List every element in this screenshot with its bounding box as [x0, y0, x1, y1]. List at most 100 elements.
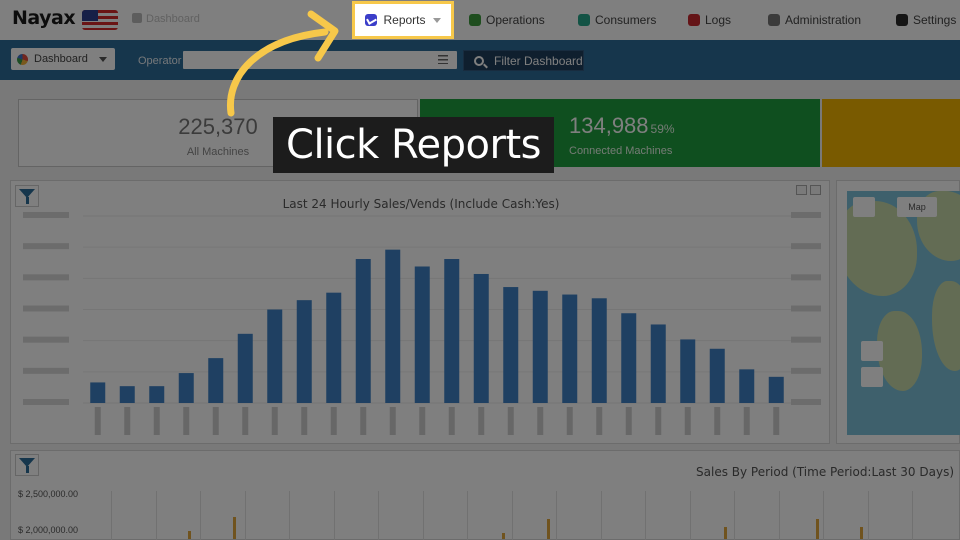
hourly-left-tick-placeholder — [23, 367, 69, 374]
hourly-bar-1[interactable] — [90, 382, 106, 403]
sales-ytick-top: $ 2,500,000.00 — [18, 489, 79, 499]
nav-reports[interactable]: Reports — [352, 1, 454, 39]
hourly-bar-3[interactable] — [149, 386, 165, 403]
sales-bar[interactable] — [502, 533, 505, 539]
hourly-bar-20[interactable] — [650, 324, 666, 403]
nav-consumers[interactable]: Consumers — [578, 0, 656, 40]
sales-bar[interactable] — [233, 517, 236, 539]
sales-gridline — [422, 491, 424, 540]
sales-bar[interactable] — [724, 527, 727, 539]
nav-administration-label: Administration — [785, 13, 862, 27]
hourly-bar-4[interactable] — [178, 373, 194, 403]
hourly-xtick-9 — [330, 407, 337, 435]
hourly-xtick-13 — [448, 407, 455, 435]
chart-menu-icon[interactable] — [810, 185, 821, 195]
hourly-xtick-8 — [301, 407, 308, 435]
hourly-xtick-7 — [271, 407, 278, 435]
sales-bar[interactable] — [188, 531, 191, 539]
kpi-connected-percent: 59% — [650, 122, 675, 136]
sales-gridline — [689, 491, 691, 540]
hourly-bar-8[interactable] — [296, 300, 312, 403]
chart-filter-funnel-icon[interactable] — [15, 185, 39, 207]
hourly-bar-23[interactable] — [739, 369, 755, 403]
hourly-right-tick-placeholder — [791, 243, 821, 250]
sales-gridline — [244, 491, 246, 540]
hourly-bar-19[interactable] — [621, 313, 637, 403]
sales-chart-title: Sales By Period (Time Period:Last 30 Day… — [696, 465, 954, 479]
map-zoom-out-button[interactable] — [861, 367, 883, 387]
hourly-left-tick-placeholder — [23, 336, 69, 343]
hourly-bar-13[interactable] — [444, 259, 460, 403]
map-zoom-in-button[interactable] — [861, 341, 883, 361]
hourly-bar-15[interactable] — [503, 287, 519, 403]
hourly-left-tick-placeholder — [23, 305, 69, 312]
sales-gridline — [511, 491, 513, 540]
hourly-xtick-20 — [655, 407, 662, 435]
sales-filter-funnel-icon[interactable] — [15, 454, 39, 476]
breadcrumb-dashboard: Dashboard — [146, 13, 200, 25]
hourly-bar-17[interactable] — [562, 294, 578, 403]
hourly-xtick-1 — [94, 407, 101, 435]
hourly-bar-24[interactable] — [768, 376, 784, 403]
sales-gridline — [867, 491, 869, 540]
hourly-bar-7[interactable] — [267, 309, 283, 404]
chart-tools — [796, 185, 821, 195]
hourly-left-tick-placeholder — [23, 399, 69, 405]
sales-gridline — [556, 491, 557, 540]
nav-settings[interactable]: Settings — [896, 0, 956, 40]
list-icon[interactable] — [438, 55, 448, 64]
dashboard-toolbar: Dashboard Operator Filter Dashboard — [0, 40, 960, 80]
hourly-xtick-4 — [183, 407, 190, 435]
hourly-left-tick-placeholder — [23, 212, 69, 218]
filter-dashboard-button[interactable]: Filter Dashboard — [463, 50, 584, 71]
sales-bar[interactable] — [547, 519, 550, 539]
dashboard-select[interactable]: Dashboard — [11, 48, 115, 70]
map-type-button[interactable]: Map — [897, 197, 937, 217]
sales-gridline — [155, 491, 157, 540]
operator-input[interactable] — [183, 51, 457, 69]
operator-label: Operator — [138, 55, 182, 67]
logs-icon — [688, 14, 700, 26]
hourly-bar-21[interactable] — [680, 339, 696, 403]
us-flag-icon[interactable] — [82, 10, 118, 30]
hourly-bar-18[interactable] — [591, 298, 607, 403]
hourly-left-tick-placeholder — [23, 243, 69, 250]
chart-help-icon[interactable] — [796, 185, 807, 195]
consumers-icon — [578, 14, 590, 26]
map-land-africa — [932, 281, 960, 371]
hourly-bar-6[interactable] — [237, 333, 253, 403]
nav-logs[interactable]: Logs — [688, 0, 731, 40]
hourly-xtick-12 — [419, 407, 426, 435]
hourly-xtick-23 — [743, 407, 750, 435]
hourly-bar-22[interactable] — [709, 348, 725, 403]
nav-operations[interactable]: Operations — [469, 0, 545, 40]
map-land-south-america — [877, 311, 922, 391]
hourly-xtick-18 — [596, 407, 603, 435]
filter-dashboard-label: Filter Dashboard — [494, 53, 583, 68]
hourly-xtick-6 — [242, 407, 249, 435]
nayax-logo[interactable]: Nayax — [12, 7, 76, 29]
hourly-chart-title: Last 24 Hourly Sales/Vends (Include Cash… — [283, 197, 560, 211]
hourly-bar-9[interactable] — [326, 292, 342, 403]
hourly-bar-11[interactable] — [385, 249, 401, 403]
hourly-bar-10[interactable] — [355, 259, 371, 403]
sales-bar[interactable] — [860, 527, 863, 539]
hourly-bar-2[interactable] — [119, 386, 135, 403]
kpi-third-card[interactable] — [822, 99, 960, 167]
hourly-xtick-2 — [124, 407, 131, 435]
hourly-xtick-15 — [507, 407, 514, 435]
hourly-bar-14[interactable] — [473, 273, 489, 403]
machines-map[interactable]: Map — [847, 191, 960, 435]
hourly-sales-chart-panel: Last 24 Hourly Sales/Vends (Include Cash… — [10, 180, 830, 444]
nav-administration[interactable]: Administration — [768, 0, 861, 40]
kpi-connected-number: 134,988 — [569, 113, 649, 138]
sales-gridline — [289, 491, 290, 540]
hourly-bar-16[interactable] — [532, 290, 548, 403]
search-icon — [474, 55, 484, 66]
sales-gridline — [600, 491, 602, 540]
hourly-bar-12[interactable] — [414, 266, 430, 403]
hourly-xtick-16 — [537, 407, 544, 435]
hourly-bar-5[interactable] — [208, 358, 224, 403]
map-fullscreen-button[interactable] — [853, 197, 875, 217]
sales-bar[interactable] — [816, 519, 819, 539]
